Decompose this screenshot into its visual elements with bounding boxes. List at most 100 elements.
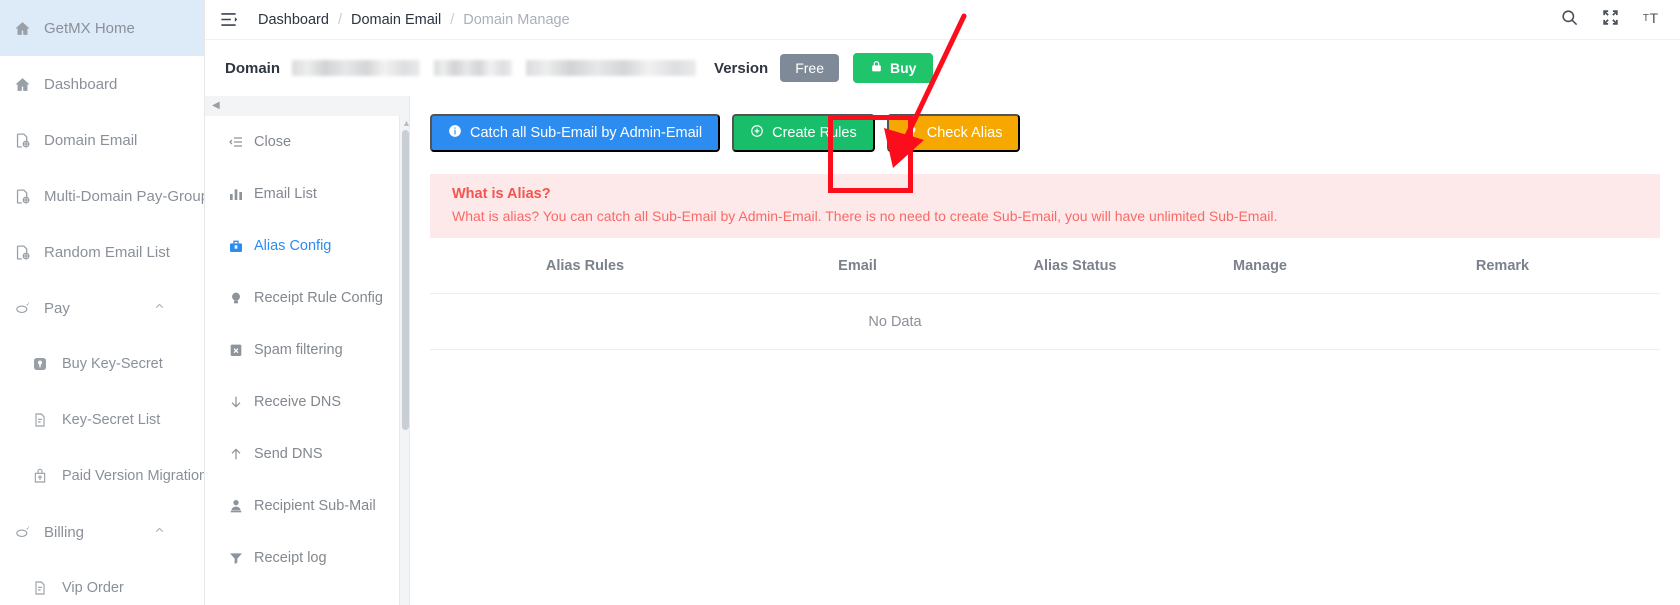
arrow-down-icon bbox=[228, 394, 254, 410]
plus-circle-icon bbox=[750, 124, 764, 142]
catch-all-sub-email-button[interactable]: Catch all Sub-Email by Admin-Email bbox=[430, 114, 721, 152]
font-size-icon[interactable]: TT bbox=[1642, 7, 1662, 32]
sidebar-item-paid-version-migration[interactable]: Paid Version Migration bbox=[0, 448, 204, 504]
alert-text: What is alias? You can catch all Sub-Ema… bbox=[452, 208, 1278, 224]
sidebar-item-close[interactable]: Close bbox=[205, 116, 409, 168]
sidebar-item-label: Paid Version Migration bbox=[62, 468, 205, 484]
info-icon bbox=[448, 124, 462, 142]
briefcase-icon bbox=[228, 238, 254, 254]
breadcrumb-item-domain-manage: Domain Manage bbox=[463, 11, 570, 28]
sidebar-item-label: Receipt log bbox=[254, 550, 327, 566]
column-header-remark[interactable]: Remark bbox=[1345, 258, 1660, 274]
bulb-icon bbox=[905, 124, 919, 142]
globe-doc-icon bbox=[14, 242, 40, 262]
collapse-menu-icon[interactable] bbox=[219, 10, 238, 29]
sub-sidebar-header: ◀ bbox=[205, 96, 409, 116]
sidebar-item-label: Spam filtering bbox=[254, 342, 343, 358]
button-label: Create Rules bbox=[772, 125, 857, 141]
coin-icon bbox=[14, 522, 40, 542]
sidebar-item-recipient-sub-mail[interactable]: Recipient Sub-Mail bbox=[205, 480, 409, 532]
sidebar-item-domain-email[interactable]: Domain Email bbox=[0, 112, 204, 168]
alias-table: Alias Rules Email Alias Status Manage Re… bbox=[430, 238, 1660, 350]
sidebar-item-email-list[interactable]: Email List bbox=[205, 168, 409, 220]
app-root: GetMX Home Dashboard Domain Email Multi-… bbox=[0, 0, 1680, 605]
scroll-up-icon[interactable]: ▲ bbox=[402, 118, 409, 128]
chevron-left-icon[interactable]: ◀ bbox=[212, 100, 220, 111]
doc-check-icon bbox=[32, 410, 58, 430]
sidebar-item-label: Close bbox=[254, 134, 292, 150]
doc-check-icon bbox=[32, 578, 58, 598]
search-icon[interactable] bbox=[1560, 8, 1579, 32]
sidebar-item-label: Email List bbox=[254, 186, 317, 202]
sidebar-item-random-email-list[interactable]: Random Email List bbox=[0, 224, 204, 280]
sidebar-item-receive-dns[interactable]: Receive DNS bbox=[205, 376, 409, 428]
sidebar-item-send-dns[interactable]: Send DNS bbox=[205, 428, 409, 480]
breadcrumb-item-dashboard[interactable]: Dashboard bbox=[258, 12, 329, 28]
sidebar-item-key-secret-list[interactable]: Key-Secret List bbox=[0, 392, 204, 448]
bar-chart-icon bbox=[228, 186, 254, 202]
column-header-email[interactable]: Email bbox=[740, 258, 975, 274]
alert-title: What is Alias? bbox=[452, 186, 551, 202]
domain-bar: Domain Version Free Buy bbox=[205, 40, 1680, 96]
buy-button-label: Buy bbox=[890, 60, 917, 76]
sidebar-item-multi-domain-pay-group[interactable]: Multi-Domain Pay-Group bbox=[0, 168, 204, 224]
sidebar-group-pay[interactable]: Pay bbox=[0, 280, 204, 336]
sidebar-item-getmx-home[interactable]: GetMX Home bbox=[0, 0, 204, 56]
svg-text:T: T bbox=[1643, 13, 1649, 24]
scrollbar-thumb[interactable] bbox=[402, 130, 409, 430]
buy-button[interactable]: Buy bbox=[853, 53, 934, 83]
sidebar-item-label: Domain Email bbox=[44, 131, 138, 149]
column-header-alias-status[interactable]: Alias Status bbox=[975, 258, 1175, 274]
sidebar-item-buy-key-secret[interactable]: Buy Key-Secret bbox=[0, 336, 204, 392]
version-badge: Free bbox=[780, 54, 840, 82]
sidebar-item-receipt-log[interactable]: Receipt log bbox=[205, 532, 409, 584]
domain-value-redacted bbox=[526, 60, 697, 76]
sidebar-item-alias-config[interactable]: Alias Config bbox=[205, 220, 409, 272]
coin-icon bbox=[14, 298, 40, 318]
lock-icon bbox=[870, 60, 883, 76]
domain-label: Domain bbox=[225, 59, 281, 77]
sidebar-item-label: Billing bbox=[44, 523, 85, 541]
chevron-up-icon bbox=[153, 300, 166, 317]
topbar-icons: TT bbox=[1560, 7, 1662, 32]
sidebar-item-label: Send DNS bbox=[254, 446, 323, 462]
table-empty-state: No Data bbox=[430, 294, 1660, 350]
sidebar-item-label: Receive DNS bbox=[254, 394, 342, 410]
sidebar-item-label: Receipt Rule Config bbox=[254, 290, 383, 306]
list-collapse-icon bbox=[228, 134, 254, 150]
sidebar-group-billing[interactable]: Billing bbox=[0, 504, 204, 560]
sidebar-item-receipt-rule-config[interactable]: Receipt Rule Config bbox=[205, 272, 409, 324]
sub-sidebar-scrollbar[interactable]: ▲ bbox=[399, 116, 409, 605]
sidebar-item-dashboard[interactable]: Dashboard bbox=[0, 56, 204, 112]
globe-doc-icon bbox=[14, 130, 40, 150]
sidebar-item-label: Recipient Sub-Mail bbox=[254, 498, 376, 514]
domain-value-redacted bbox=[434, 60, 513, 76]
upload-bag-icon bbox=[32, 466, 58, 486]
check-alias-button[interactable]: Check Alias bbox=[886, 114, 1021, 152]
chevron-up-icon bbox=[153, 524, 166, 541]
breadcrumb-item-domain-email[interactable]: Domain Email bbox=[351, 12, 441, 28]
sidebar-item-vip-order[interactable]: Vip Order bbox=[0, 560, 204, 605]
create-rules-button[interactable]: Create Rules bbox=[732, 114, 875, 152]
main-panel: Catch all Sub-Email by Admin-Email Creat… bbox=[410, 96, 1680, 605]
column-header-manage[interactable]: Manage bbox=[1175, 258, 1345, 274]
sidebar-item-label: Random Email List bbox=[44, 243, 170, 261]
sidebar-item-label: Alias Config bbox=[254, 238, 332, 254]
domain-value-redacted bbox=[292, 60, 421, 76]
column-header-alias-rules[interactable]: Alias Rules bbox=[430, 258, 740, 274]
sidebar-item-label: Buy Key-Secret bbox=[62, 356, 163, 372]
filter-icon bbox=[228, 550, 254, 566]
svg-text:T: T bbox=[1650, 11, 1659, 27]
sidebar-item-label: Pay bbox=[44, 299, 70, 317]
sidebar-item-label: GetMX Home bbox=[44, 19, 135, 37]
sidebar-item-label: Key-Secret List bbox=[62, 412, 161, 428]
breadcrumb: Dashboard / Domain Email / Domain Manage bbox=[258, 12, 570, 28]
fullscreen-icon[interactable] bbox=[1601, 8, 1620, 32]
clipboard-x-icon bbox=[228, 342, 254, 358]
breadcrumb-separator: / bbox=[337, 11, 342, 28]
sidebar-item-spam-filtering[interactable]: Spam filtering bbox=[205, 324, 409, 376]
content-wrap: ◀ Close Email List Alias Config Receipt … bbox=[205, 96, 1680, 605]
top-bar: Dashboard / Domain Email / Domain Manage… bbox=[205, 0, 1680, 40]
action-button-row: Catch all Sub-Email by Admin-Email Creat… bbox=[410, 114, 1680, 152]
version-label: Version bbox=[714, 59, 769, 77]
